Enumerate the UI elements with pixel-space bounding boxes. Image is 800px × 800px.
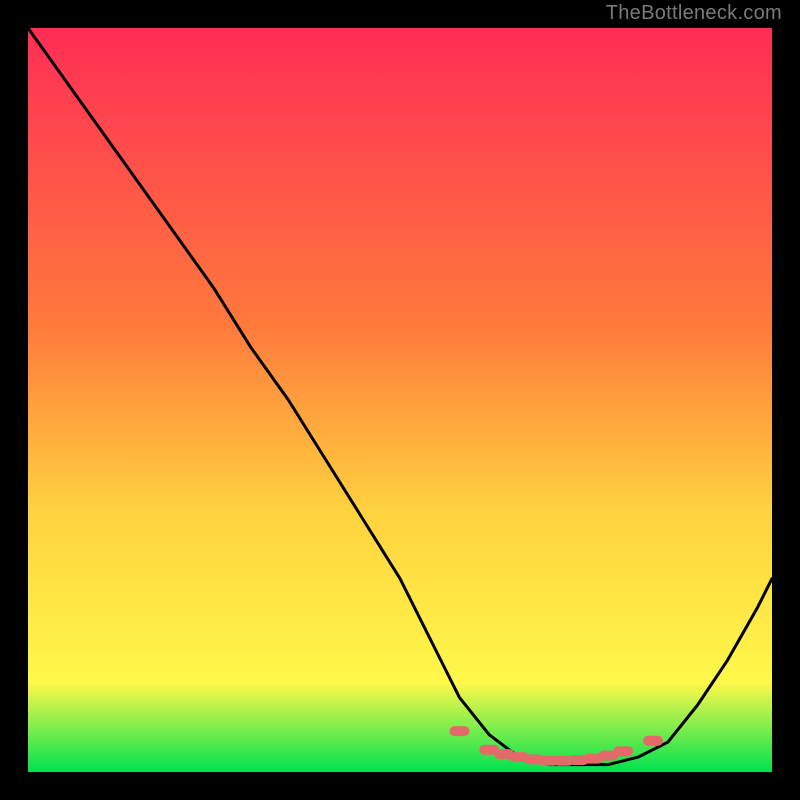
chart-svg: [28, 28, 772, 772]
marker-dot: [450, 726, 470, 736]
marker-dot: [613, 746, 633, 756]
chart-container: [28, 28, 772, 772]
gradient-background: [28, 28, 772, 772]
marker-dot: [643, 736, 663, 746]
attribution-label: TheBottleneck.com: [606, 2, 782, 25]
